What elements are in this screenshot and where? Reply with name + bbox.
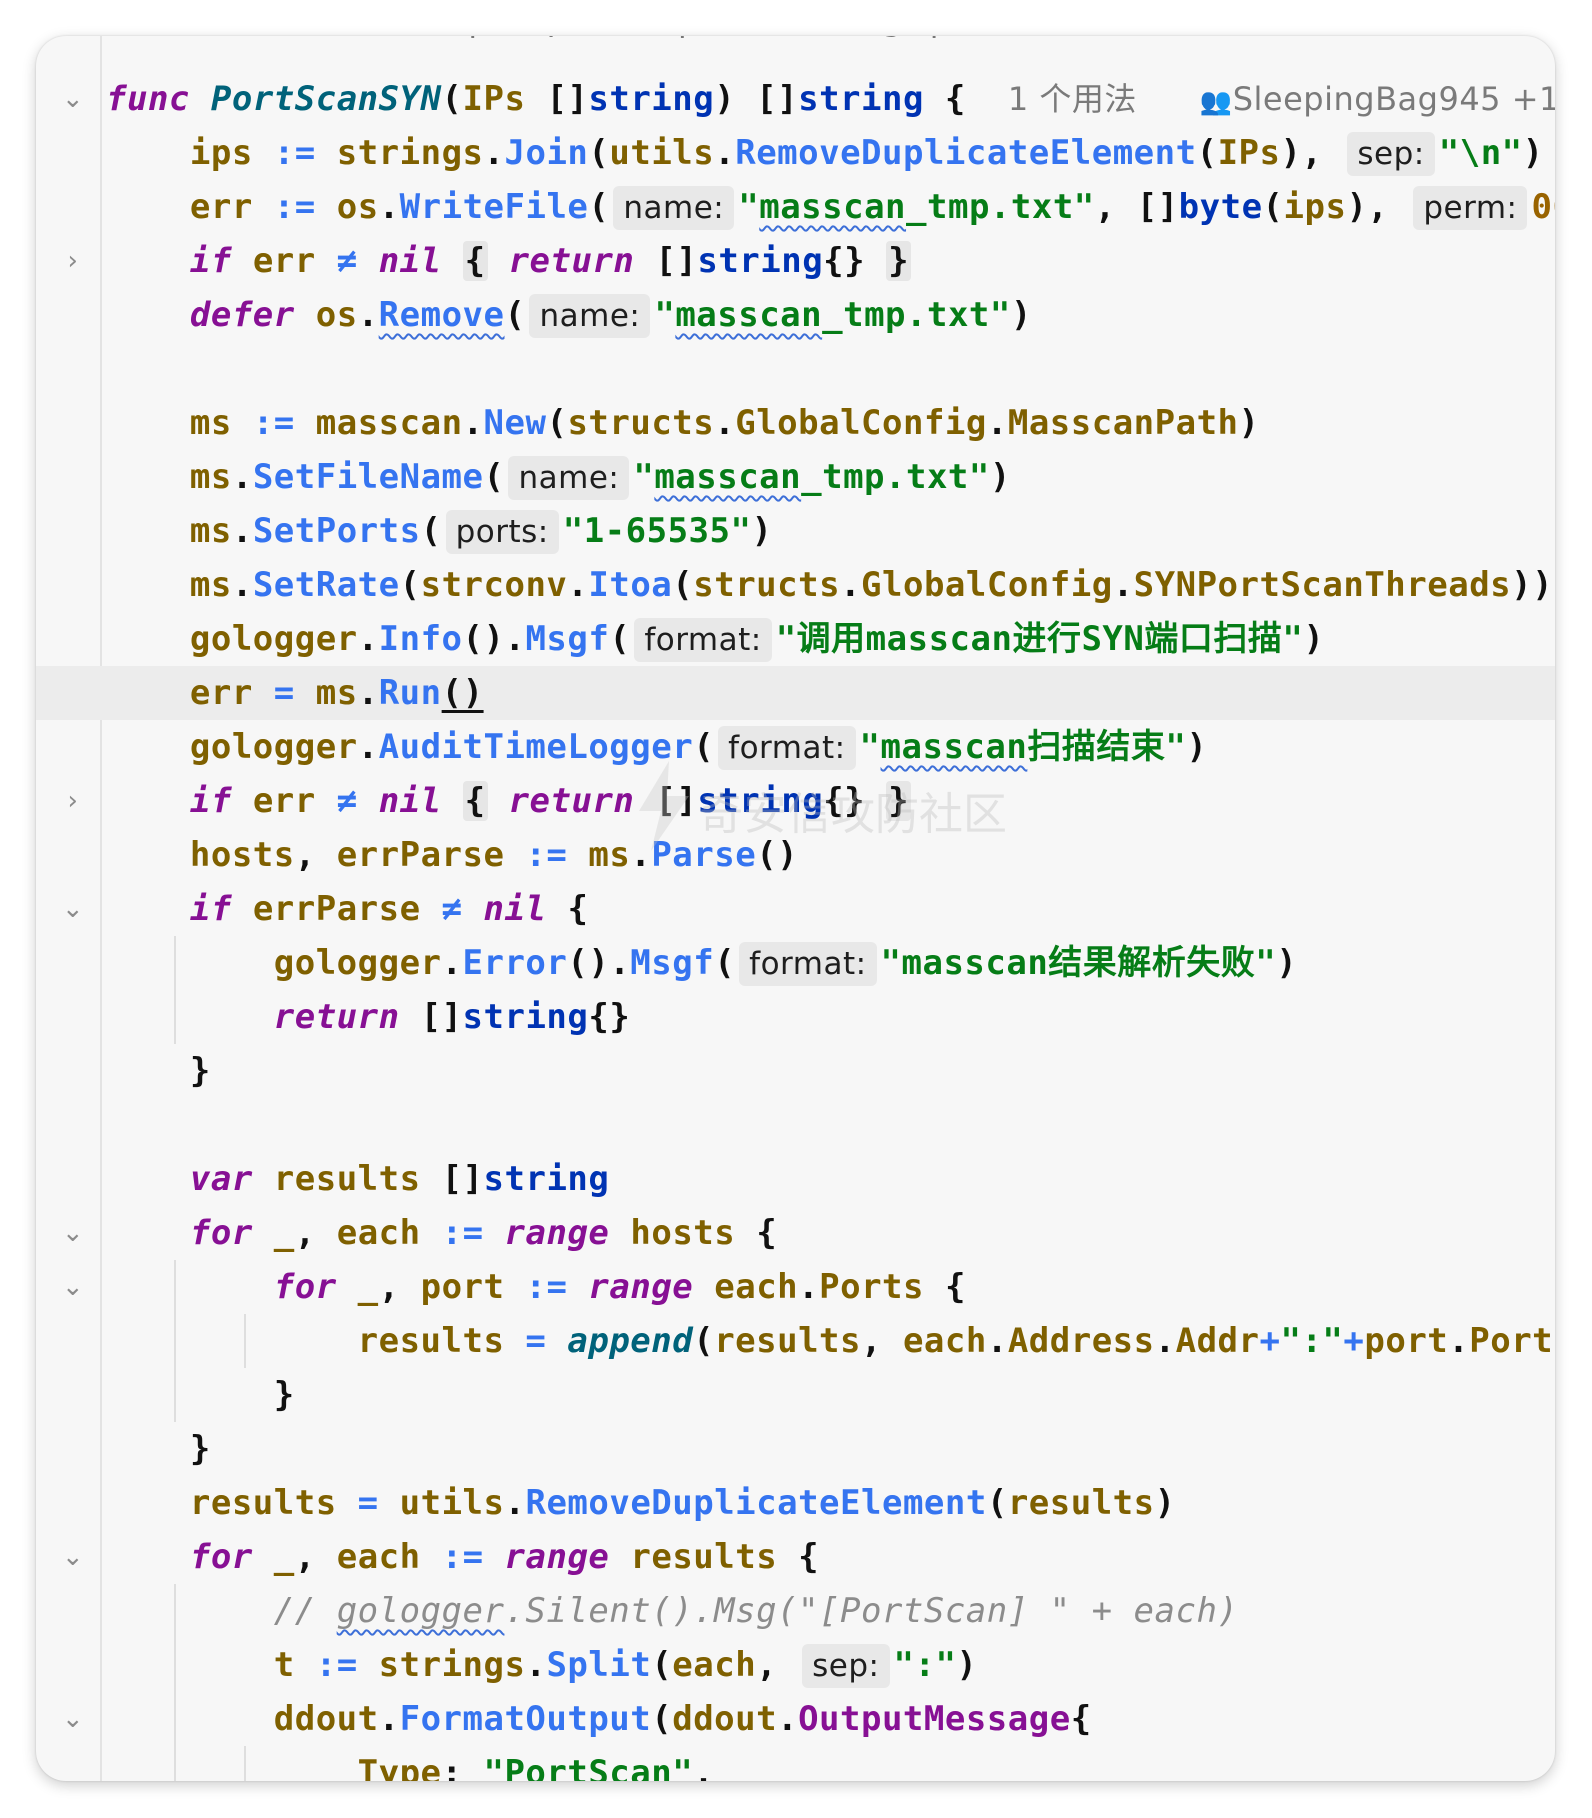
code-line[interactable]: ms.SetPorts(ports: "1-65535") bbox=[36, 504, 1555, 558]
fold-chevron-right-icon[interactable]: › bbox=[60, 774, 86, 828]
fold-chevron-down-icon[interactable]: ⌄ bbox=[60, 1530, 86, 1584]
function-name[interactable]: PortScanSYN bbox=[211, 79, 442, 119]
code-line[interactable]: // gologger.Silent().Msg("[PortScan] " +… bbox=[36, 1584, 1555, 1638]
code-line[interactable]: return []string{} bbox=[36, 990, 1555, 1044]
param-hint-perm: perm: bbox=[1413, 186, 1528, 230]
code-line[interactable]: ⌄ for _, each := range results { bbox=[36, 1530, 1555, 1584]
param-hint-format: format: bbox=[718, 726, 856, 770]
param-hint-name: name: bbox=[613, 186, 735, 230]
code-line[interactable]: › if err ≠ nil { return []string{} } bbox=[36, 234, 1555, 288]
fold-chevron-down-icon[interactable]: ⌄ bbox=[60, 882, 86, 936]
code-line[interactable]: } bbox=[36, 1044, 1555, 1098]
code-line[interactable]: } bbox=[36, 1422, 1555, 1476]
code-line[interactable]: ⌄ for _, port := range each.Ports { bbox=[36, 1260, 1555, 1314]
code-line[interactable]: gologger.AuditTimeLogger(format: "masscan… bbox=[36, 720, 1555, 774]
param-hint-format: format: bbox=[634, 618, 772, 662]
code-line[interactable]: ⌄ if errParse ≠ nil { bbox=[36, 882, 1555, 936]
code-line[interactable]: ips := strings.Join(utils.RemoveDuplicat… bbox=[36, 126, 1555, 180]
param-hint-name: name: bbox=[529, 294, 651, 338]
code-line-cut: SocScan. Reducer | Explain | Docstring |… bbox=[36, 36, 1555, 46]
code-line[interactable]: ⌄ for _, each := range hosts { bbox=[36, 1206, 1555, 1260]
fold-chevron-down-icon[interactable]: ⌄ bbox=[60, 1206, 86, 1260]
code-line[interactable]: results = append(results, each.Address.A… bbox=[36, 1314, 1555, 1368]
code-line[interactable]: ms.SetFileName(name: "masscan_tmp.txt") bbox=[36, 450, 1555, 504]
code-line[interactable]: gologger.Info().Msgf(format: "调用masscan进行… bbox=[36, 612, 1555, 666]
fold-chevron-down-icon[interactable]: ⌄ bbox=[60, 1260, 86, 1314]
people-icon: 👥 bbox=[1199, 87, 1233, 117]
fold-chevron-down-icon[interactable]: ⌄ bbox=[60, 1692, 86, 1746]
fold-chevron-right-icon[interactable]: › bbox=[60, 234, 86, 288]
param-hint-ports: ports: bbox=[445, 510, 559, 554]
code-line[interactable]: err := os.WriteFile(name: "masscan_tmp.tx… bbox=[36, 180, 1555, 234]
author-inlay[interactable]: SleepingBag945 +1 bbox=[1233, 80, 1555, 118]
code-line[interactable]: ⌄ func PortScanSYN(IPs []string) []strin… bbox=[36, 72, 1555, 126]
param-hint-name: name: bbox=[508, 456, 630, 500]
keyword: func bbox=[106, 79, 190, 119]
code-line[interactable]: } bbox=[36, 1368, 1555, 1422]
code-vision-header[interactable]: SocScan. Reducer | Explain | Docstring |… bbox=[106, 36, 987, 46]
fold-chevron-down-icon[interactable]: ⌄ bbox=[60, 72, 86, 126]
usages-inlay[interactable]: 1 个用法 bbox=[1008, 80, 1137, 118]
code-line-empty[interactable] bbox=[36, 342, 1555, 396]
code-line[interactable]: hosts, errParse := ms.Parse() bbox=[36, 828, 1555, 882]
code-line[interactable]: gologger.Error().Msgf(format: "masscan结果解… bbox=[36, 936, 1555, 990]
code-line[interactable]: ⌄ ddout.FormatOutput(ddout.OutputMessage… bbox=[36, 1692, 1555, 1746]
param-hint-sep: sep: bbox=[802, 1644, 890, 1688]
code-line[interactable]: var results []string bbox=[36, 1152, 1555, 1206]
code-line[interactable]: ms := masscan.New(structs.GlobalConfig.M… bbox=[36, 396, 1555, 450]
code-line-current[interactable]: err = ms.Run() bbox=[36, 666, 1555, 720]
code-line[interactable]: results = utils.RemoveDuplicateElement(r… bbox=[36, 1476, 1555, 1530]
code-line[interactable]: t := strings.Split(each, sep: ":") bbox=[36, 1638, 1555, 1692]
code-editor-window: SocScan. Reducer | Explain | Docstring |… bbox=[36, 36, 1555, 1781]
code-area[interactable]: SocScan. Reducer | Explain | Docstring |… bbox=[36, 36, 1555, 1781]
param-hint-sep: sep: bbox=[1347, 132, 1435, 176]
param-hint-format: format: bbox=[739, 942, 877, 986]
code-line[interactable]: defer os.Remove(name: "masscan_tmp.txt") bbox=[36, 288, 1555, 342]
code-line-empty[interactable] bbox=[36, 1098, 1555, 1152]
code-line[interactable]: › if err ≠ nil { return []string{} } bbox=[36, 774, 1555, 828]
code-line[interactable]: Type: "PortScan", bbox=[36, 1746, 1555, 1781]
code-line[interactable]: ms.SetRate(strconv.Itoa(structs.GlobalCo… bbox=[36, 558, 1555, 612]
